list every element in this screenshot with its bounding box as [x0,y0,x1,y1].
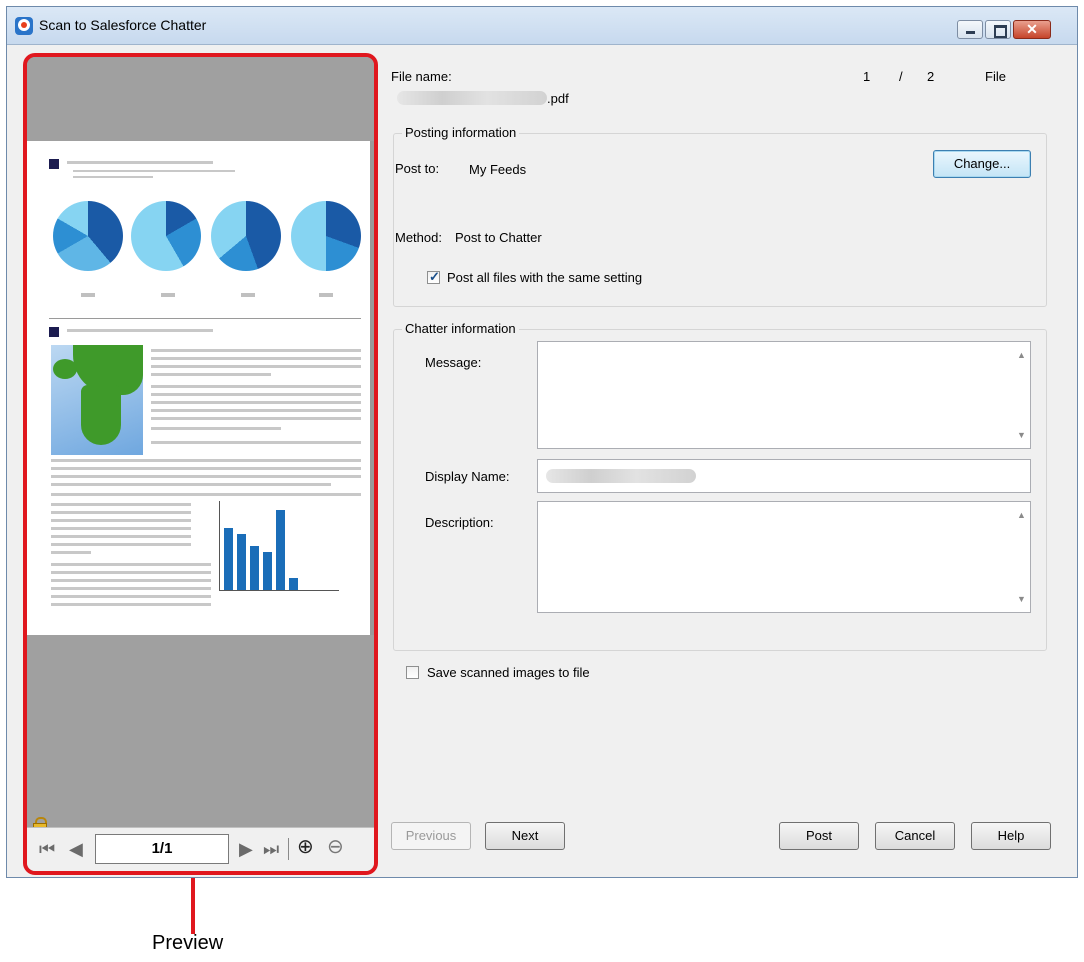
previous-button[interactable]: Previous [391,822,471,850]
scansnap-app-icon [15,17,33,35]
last-page-icon[interactable]: ⏭ [263,840,279,858]
file-index: 1 [863,69,871,84]
first-page-icon[interactable]: ⏮ [39,840,55,858]
file-name-blurred [397,91,547,105]
window-title: Scan to Salesforce Chatter [39,17,207,33]
next-button[interactable]: Next [485,822,565,850]
post-to-label: Post to: [395,161,440,176]
save-images-checkbox[interactable] [406,666,419,679]
method-value: Post to Chatter [455,230,542,245]
title-bar: Scan to Salesforce Chatter ✕ [7,7,1077,45]
post-all-same-setting-checkbox[interactable] [427,269,440,285]
page-number-field[interactable]: 1/1 [95,834,229,864]
post-all-same-setting-label[interactable]: Post all files with the same setting [447,270,642,285]
description-textarea[interactable]: ▲ ▼ [537,501,1031,613]
bar-chart-thumb [219,501,339,591]
post-to-value: My Feeds [469,162,527,177]
file-total: 2 [927,69,935,84]
pie-chart-thumb [211,201,281,271]
maximize-button[interactable] [985,20,1011,39]
preview-navigation-bar: ⏮ ◀ 1/1 ▶ ⏭ ⊕ ⊖ [27,827,374,871]
scroll-up-icon[interactable]: ▲ [1017,350,1026,360]
file-unit: File [985,69,1006,84]
post-button[interactable]: Post [779,822,859,850]
chatter-information-title: Chatter information [402,321,519,336]
preview-callout-line [191,878,195,934]
save-images-label[interactable]: Save scanned images to file [427,665,590,680]
scroll-down-icon[interactable]: ▼ [1017,594,1026,604]
scroll-up-icon[interactable]: ▲ [1017,510,1026,520]
pie-chart-thumb [53,201,123,271]
message-textarea[interactable]: ▲ ▼ [537,341,1031,449]
zoom-out-icon[interactable]: ⊖ [327,837,344,857]
world-map-thumb [51,345,143,455]
scan-to-chatter-window: Scan to Salesforce Chatter ✕ ⏮ ◀ 1/1 ▶ ⏭… [6,6,1078,878]
description-label: Description: [425,515,494,530]
method-label: Method: [395,230,442,245]
display-name-label: Display Name: [425,469,510,484]
cancel-button[interactable]: Cancel [875,822,955,850]
file-name-label: File name: [391,69,452,84]
change-button[interactable]: Change... [933,150,1031,178]
pie-chart-thumb [131,201,201,271]
previous-page-icon[interactable]: ◀ [69,840,83,858]
preview-page-thumbnail[interactable] [27,141,370,635]
pie-chart-thumb [291,201,361,271]
message-scrollbar[interactable]: ▲ ▼ [1013,342,1030,448]
scroll-down-icon[interactable]: ▼ [1017,430,1026,440]
file-extension: .pdf [547,91,569,106]
display-name-field[interactable] [537,459,1031,493]
help-button[interactable]: Help [971,822,1051,850]
close-button[interactable]: ✕ [1013,20,1051,39]
file-separator: / [899,69,903,84]
minimize-button[interactable] [957,20,983,39]
posting-information-title: Posting information [402,125,520,140]
message-label: Message: [425,355,482,370]
next-page-icon[interactable]: ▶ [239,840,253,858]
description-scrollbar[interactable]: ▲ ▼ [1013,502,1030,612]
preview-callout-label: Preview [152,932,224,954]
zoom-in-icon[interactable]: ⊕ [297,837,314,857]
preview-panel: ⏮ ◀ 1/1 ▶ ⏭ ⊕ ⊖ [23,53,378,875]
display-name-blurred [546,469,696,483]
close-icon: ✕ [1026,21,1038,37]
